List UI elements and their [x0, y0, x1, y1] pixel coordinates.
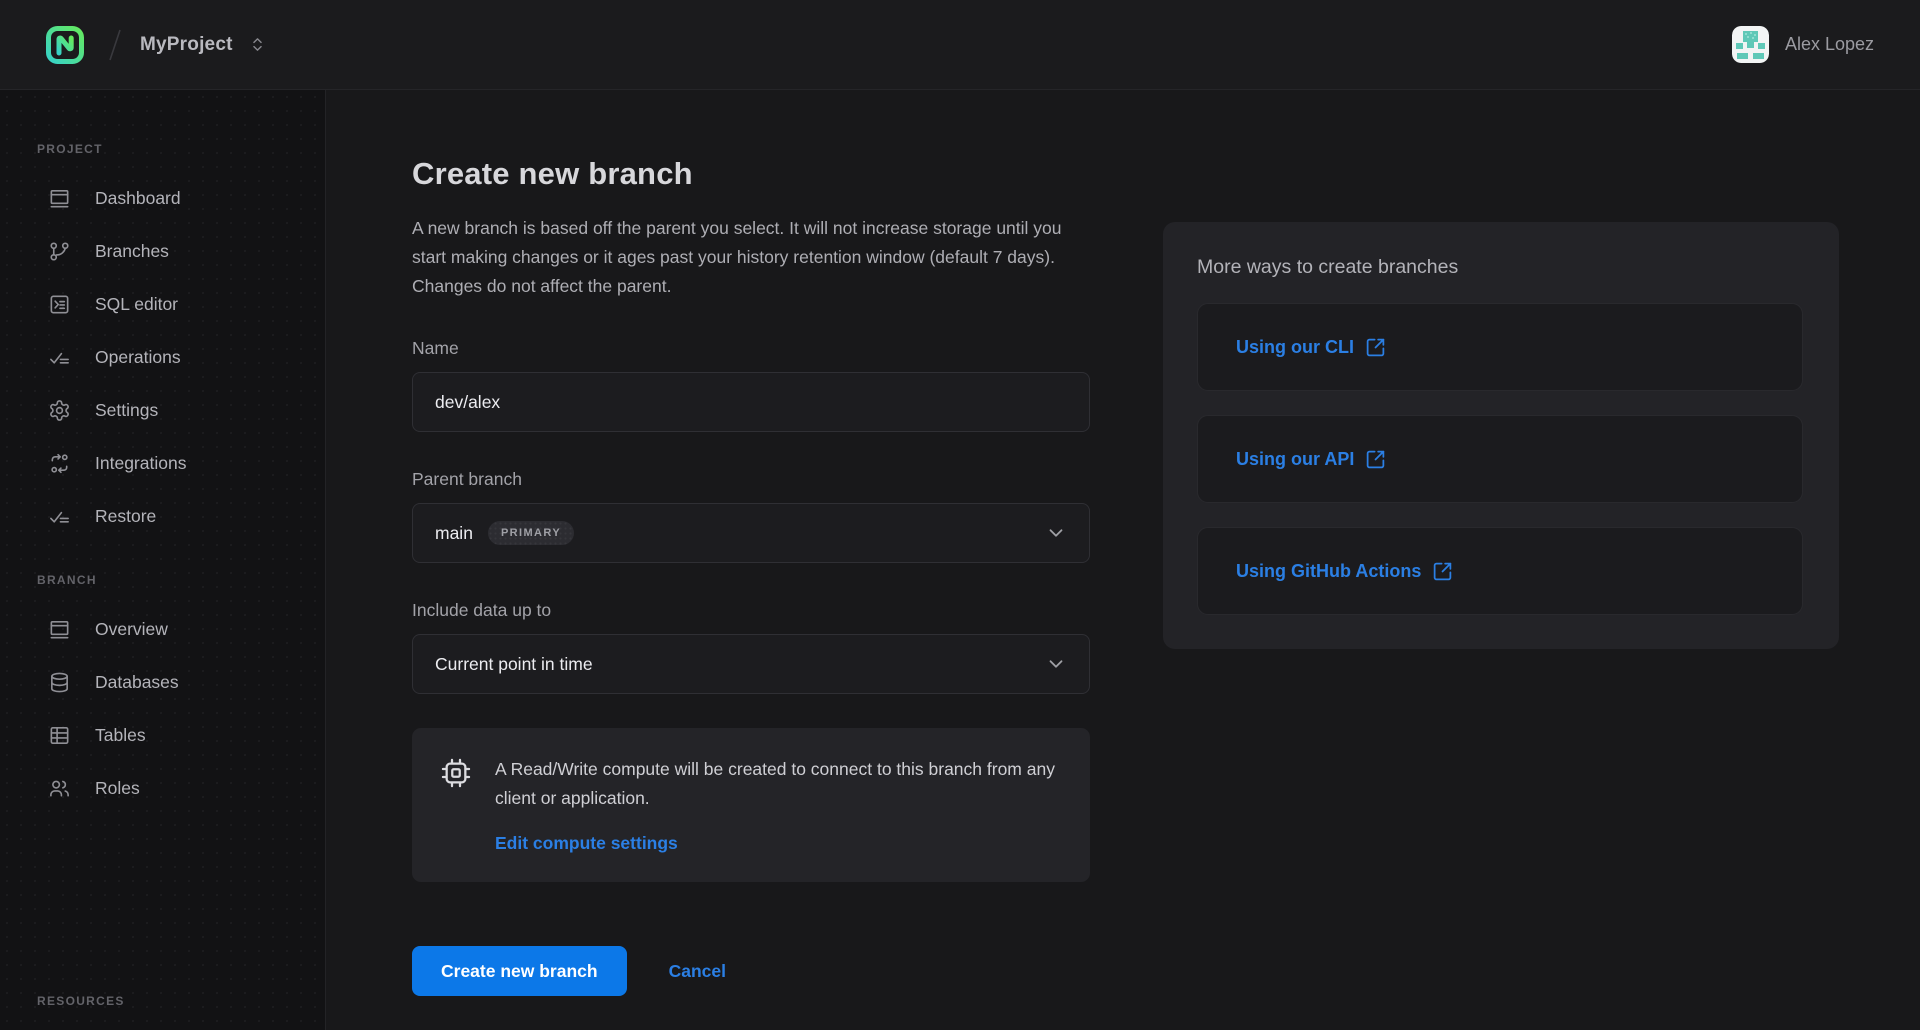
sidebar-item-restore[interactable]: Restore: [0, 490, 325, 543]
breadcrumb-divider: [108, 28, 122, 62]
name-label: Name: [412, 338, 1090, 359]
using-api-label: Using our API: [1236, 449, 1354, 470]
git-branch-icon: [48, 240, 71, 263]
compute-note-text: A Read/Write compute will be created to …: [495, 755, 1060, 813]
user-menu[interactable]: Alex Lopez: [1732, 26, 1874, 63]
chevron-down-icon: [1045, 653, 1067, 675]
sidebar-item-roles[interactable]: Roles: [0, 762, 325, 815]
parent-branch-select[interactable]: main PRIMARY: [412, 503, 1090, 563]
edit-compute-settings-link[interactable]: Edit compute settings: [495, 833, 678, 854]
avatar: [1732, 26, 1769, 63]
using-cli-link[interactable]: Using our CLI: [1236, 337, 1386, 358]
api-card[interactable]: Using our API: [1197, 415, 1803, 503]
page-description: A new branch is based off the parent you…: [412, 214, 1074, 301]
chevrons-up-down-icon: [249, 36, 266, 53]
sidebar-item-label: Restore: [95, 506, 156, 527]
using-api-link[interactable]: Using our API: [1236, 449, 1386, 470]
compute-note-card: A Read/Write compute will be created to …: [412, 728, 1090, 882]
more-ways-panel: More ways to create branches Using our C…: [1163, 222, 1839, 649]
external-link-icon: [1365, 337, 1386, 358]
cpu-chip-icon: [440, 757, 472, 789]
sidebar-item-label: Integrations: [95, 453, 186, 474]
primary-badge: PRIMARY: [488, 521, 574, 545]
project-name: MyProject: [140, 34, 233, 56]
sidebar-item-label: Roles: [95, 778, 140, 799]
table-icon: [48, 724, 71, 747]
sidebar-item-settings[interactable]: Settings: [0, 384, 325, 437]
sidebar-item-label: Databases: [95, 672, 179, 693]
using-github-actions-link[interactable]: Using GitHub Actions: [1236, 561, 1453, 582]
sidebar: PROJECT Dashboard Branches SQL editor Op…: [0, 90, 326, 1030]
users-icon: [48, 777, 71, 800]
overview-icon: [48, 618, 71, 641]
sidebar-item-label: Tables: [95, 725, 146, 746]
neon-logo-icon[interactable]: [44, 24, 86, 66]
sidebar-item-label: Settings: [95, 400, 158, 421]
using-cli-label: Using our CLI: [1236, 337, 1354, 358]
cancel-link[interactable]: Cancel: [669, 961, 726, 982]
gear-icon: [48, 399, 71, 422]
main-content: Create new branch A new branch is based …: [326, 90, 1920, 1030]
branch-name-input[interactable]: [412, 372, 1090, 432]
sidebar-item-sql-editor[interactable]: SQL editor: [0, 278, 325, 331]
form-actions: Create new branch Cancel: [412, 946, 1090, 996]
sidebar-item-branches[interactable]: Branches: [0, 225, 325, 278]
github-actions-card[interactable]: Using GitHub Actions: [1197, 527, 1803, 615]
sidebar-section-project: PROJECT: [0, 142, 325, 156]
chevron-down-icon: [1045, 522, 1067, 544]
sidebar-section-resources: RESOURCES: [0, 994, 325, 1008]
sidebar-item-tables[interactable]: Tables: [0, 709, 325, 762]
include-data-label: Include data up to: [412, 600, 1090, 621]
sidebar-item-dashboard[interactable]: Dashboard: [0, 172, 325, 225]
parent-branch-value: main: [435, 523, 473, 544]
create-branch-form: Create new branch A new branch is based …: [412, 156, 1090, 996]
sidebar-section-branch: BRANCH: [0, 573, 325, 587]
sidebar-item-label: Dashboard: [95, 188, 181, 209]
external-link-icon: [1432, 561, 1453, 582]
sidebar-item-operations[interactable]: Operations: [0, 331, 325, 384]
integrations-icon: [48, 452, 71, 475]
operations-icon: [48, 346, 71, 369]
create-new-branch-button[interactable]: Create new branch: [412, 946, 627, 996]
sidebar-item-label: Operations: [95, 347, 181, 368]
include-data-value: Current point in time: [435, 654, 593, 675]
using-github-actions-label: Using GitHub Actions: [1236, 561, 1421, 582]
project-selector[interactable]: MyProject: [140, 34, 266, 56]
more-ways-title: More ways to create branches: [1197, 256, 1803, 279]
sidebar-item-overview[interactable]: Overview: [0, 603, 325, 656]
sidebar-item-integrations[interactable]: Integrations: [0, 437, 325, 490]
user-name: Alex Lopez: [1785, 34, 1874, 55]
external-link-icon: [1365, 449, 1386, 470]
sql-editor-icon: [48, 293, 71, 316]
topbar: MyProject Alex Lopez: [0, 0, 1920, 90]
sidebar-item-label: SQL editor: [95, 294, 178, 315]
database-icon: [48, 671, 71, 694]
cli-card[interactable]: Using our CLI: [1197, 303, 1803, 391]
include-data-select[interactable]: Current point in time: [412, 634, 1090, 694]
sidebar-item-databases[interactable]: Databases: [0, 656, 325, 709]
parent-branch-label: Parent branch: [412, 469, 1090, 490]
dashboard-icon: [48, 187, 71, 210]
sidebar-item-label: Branches: [95, 241, 169, 262]
restore-icon: [48, 505, 71, 528]
sidebar-item-label: Overview: [95, 619, 168, 640]
page-title: Create new branch: [412, 156, 1090, 192]
